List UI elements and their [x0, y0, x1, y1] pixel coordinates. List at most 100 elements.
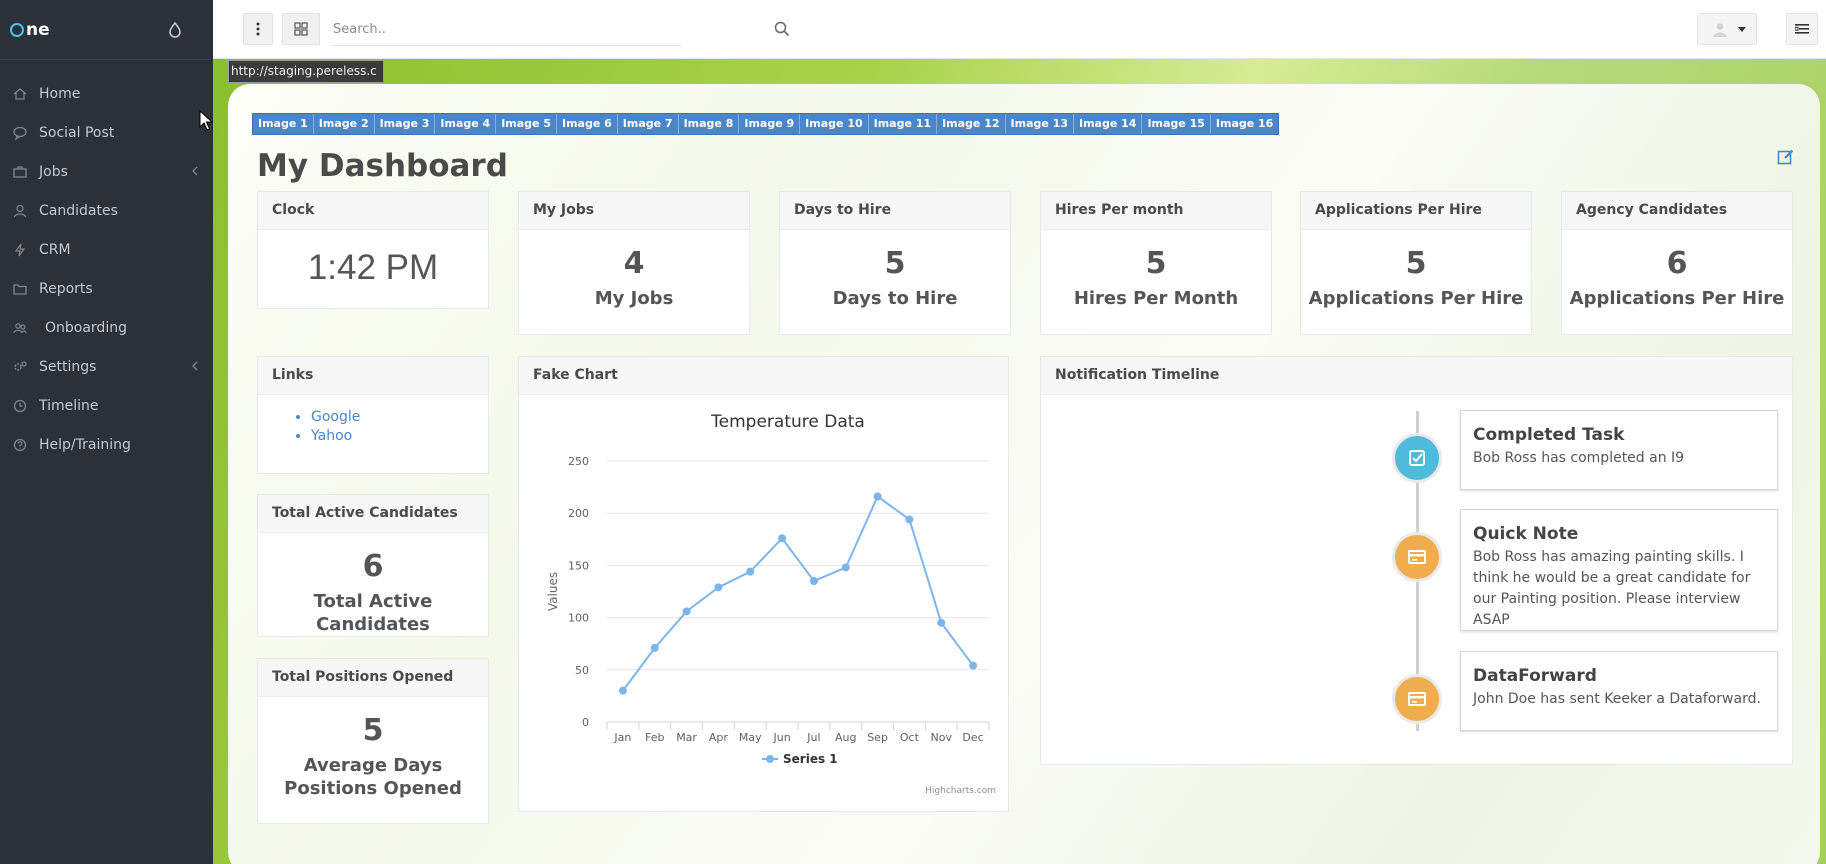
clock-widget: Clock 1:42 PM: [257, 191, 489, 309]
more-options-button[interactable]: [243, 13, 273, 45]
widget-label: Applications Per Hire: [1569, 288, 1785, 309]
chevron-left-icon: [192, 361, 198, 371]
timeline-event[interactable]: DataForward John Doe has sent Keeker a D…: [1460, 651, 1778, 731]
panel-toggle-button[interactable]: [1786, 13, 1818, 45]
link-google[interactable]: Google: [311, 409, 468, 425]
x-tick-label: Apr: [709, 731, 729, 744]
image-tab[interactable]: Image 7: [618, 114, 679, 134]
sidebar-item-jobs[interactable]: Jobs: [0, 152, 213, 191]
sidebar-item-crm[interactable]: CRM: [0, 230, 213, 269]
y-axis-label: Values: [546, 572, 560, 611]
image-tab[interactable]: Image 16: [1211, 114, 1278, 134]
agency-candidates-widget: Agency Candidates 6 Applications Per Hir…: [1561, 191, 1793, 335]
image-tab[interactable]: Image 1: [253, 114, 314, 134]
widget-value: 5: [1405, 246, 1427, 281]
image-tab[interactable]: Image 12: [937, 114, 1006, 134]
sidebar-item-timeline[interactable]: Timeline: [0, 386, 213, 425]
line-chart: Temperature Data 0 50 100 150 200 250 Jan Feb Mar…: [546, 412, 996, 796]
logo-ring-icon: [10, 22, 24, 37]
clock-time: 1:42 PM: [307, 248, 439, 287]
sidebar-item-settings[interactable]: Settings: [0, 347, 213, 386]
sidebar-item-social-post[interactable]: Social Post: [0, 113, 213, 152]
data-point: [714, 583, 723, 592]
legend-label: Series 1: [783, 752, 838, 766]
x-tick-label: Dec: [962, 731, 983, 744]
image-tab[interactable]: Image 15: [1142, 114, 1211, 134]
widget-label: My Jobs: [594, 288, 674, 309]
image-tab[interactable]: Image 6: [557, 114, 618, 134]
theme-drop-icon[interactable]: [168, 22, 182, 38]
applications-per-hire-widget: Applications Per Hire 5 Applications Per…: [1300, 191, 1532, 335]
series-line: [622, 494, 974, 692]
sidebar-item-label: Social Post: [39, 124, 115, 141]
sidebar-item-home[interactable]: Home: [0, 74, 213, 113]
sidebar-item-label: CRM: [39, 241, 71, 258]
widget-value: 5: [884, 246, 906, 281]
image-tab[interactable]: Image 10: [800, 114, 869, 134]
x-tick-label: Jun: [772, 731, 790, 744]
sidebar-item-reports[interactable]: Reports: [0, 269, 213, 308]
card-icon: [1408, 550, 1426, 564]
link-yahoo[interactable]: Yahoo: [311, 428, 468, 444]
bolt-icon: [13, 243, 27, 257]
widget-value: 6: [1666, 246, 1688, 281]
timeline-event[interactable]: Quick Note Bob Ross has amazing painting…: [1460, 509, 1778, 631]
image-tab[interactable]: Image 13: [1006, 114, 1074, 134]
edit-icon[interactable]: [1777, 148, 1795, 166]
chart-title: Temperature Data: [710, 412, 865, 432]
links-widget: Links Google Yahoo: [257, 356, 489, 474]
image-tab[interactable]: Image 11: [869, 114, 938, 134]
home-icon: [13, 87, 27, 101]
sidebar-item-candidates[interactable]: Candidates: [0, 191, 213, 230]
data-point: [746, 567, 755, 576]
x-tick-label: Feb: [645, 731, 664, 744]
widget-value: 5: [1145, 246, 1167, 281]
event-title: Completed Task: [1473, 425, 1625, 445]
sidebar-item-label: Candidates: [39, 202, 118, 219]
timeline-event[interactable]: Completed Task Bob Ross has completed an…: [1460, 410, 1778, 490]
widget-value: 5: [362, 713, 384, 748]
widget-title: Clock: [258, 192, 488, 230]
search-input[interactable]: [331, 12, 651, 46]
gears-icon: [13, 360, 27, 374]
y-tick-label: 200: [568, 507, 589, 520]
briefcase-icon: [13, 165, 27, 179]
image-tab[interactable]: Image 3: [375, 114, 436, 134]
widget-label: Hires Per Month: [1073, 288, 1239, 309]
widget-label: Total Active Candidates: [313, 591, 433, 635]
event-title: DataForward: [1473, 666, 1597, 686]
data-point: [618, 686, 627, 695]
widget-title: My Jobs: [519, 192, 749, 230]
image-tab[interactable]: Image 9: [739, 114, 801, 134]
url-tooltip: http://staging.pereless.c: [228, 60, 384, 83]
timeline-dot: [1392, 532, 1442, 582]
sidebar-item-help-training[interactable]: Help/Training: [0, 425, 213, 464]
widget-label: Average Days Positions Opened: [284, 755, 462, 799]
image-tab[interactable]: Image 14: [1074, 114, 1143, 134]
grid-icon: [294, 22, 308, 36]
data-point: [873, 492, 882, 501]
page-title: My Dashboard: [257, 148, 508, 184]
legend-marker: [766, 755, 774, 763]
event-body: Bob Ross has completed an I9: [1473, 450, 1685, 466]
widget-title: Days to Hire: [780, 192, 1010, 230]
image-tab[interactable]: Image 2: [314, 114, 375, 134]
sidebar-item-onboarding[interactable]: Onboarding: [0, 308, 213, 347]
days-to-hire-widget: Days to Hire 5 Days to Hire: [779, 191, 1011, 335]
widget-value: 4: [623, 246, 645, 281]
search-icon[interactable]: [774, 21, 790, 37]
folder-icon: [13, 282, 27, 296]
fake-chart-widget: Fake Chart Temperature Data 0 50 100 150 200 2…: [518, 356, 1009, 812]
user-icon: [13, 204, 27, 218]
data-point: [778, 534, 787, 543]
hires-per-month-widget: Hires Per month 5 Hires Per Month: [1040, 191, 1272, 335]
user-menu-button[interactable]: [1697, 13, 1757, 45]
chevron-left-icon: [192, 166, 198, 176]
x-tick-label: Aug: [835, 731, 856, 744]
image-tab[interactable]: Image 4: [435, 114, 497, 134]
image-tab[interactable]: Image 8: [679, 114, 740, 134]
timeline-dot: [1392, 433, 1442, 483]
my-jobs-widget: My Jobs 4 My Jobs: [518, 191, 750, 335]
grid-view-button[interactable]: [282, 13, 320, 45]
image-tab[interactable]: Image 5: [496, 114, 557, 134]
